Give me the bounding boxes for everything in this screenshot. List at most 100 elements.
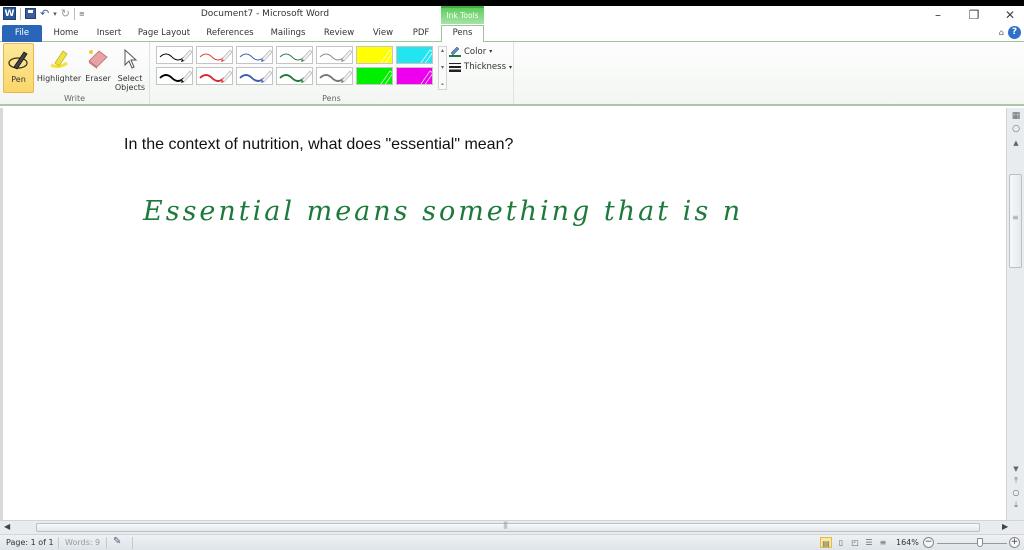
pen-stroke-icon: [279, 70, 312, 83]
title-bar: W ↶ ▾ ↻ ≡ Document7 - Microsoft Word – ❐…: [0, 6, 1024, 24]
pen-swatch[interactable]: [236, 46, 273, 64]
minimize-ribbon-icon[interactable]: ⌂: [999, 28, 1004, 37]
page-count[interactable]: Page: 1 of 1: [6, 538, 54, 547]
highlighter-swatch[interactable]: [356, 67, 393, 85]
highlighter-icon: [45, 45, 73, 73]
minimize-icon[interactable]: –: [930, 7, 946, 23]
select-objects-button[interactable]: Select Objects: [114, 43, 146, 93]
pens-group: ▴ ▾ ⩡ Color ▾ Thickness ▾ Pens: [150, 42, 514, 104]
pen-gallery-scroll[interactable]: ▴ ▾ ⩡: [438, 46, 447, 90]
pen-stroke-icon: [279, 49, 312, 62]
tab-references[interactable]: References: [203, 26, 257, 42]
scroll-right-icon[interactable]: ▶: [1002, 522, 1008, 531]
tab-file[interactable]: File: [2, 25, 42, 42]
write-group-label: Write: [63, 94, 86, 103]
pen-stroke-icon: [199, 49, 232, 62]
pen-stroke-icon: [319, 49, 352, 62]
word-count[interactable]: Words: 9: [65, 538, 100, 547]
eraser-button[interactable]: Eraser: [84, 43, 112, 93]
highlighter-swatch[interactable]: [356, 46, 393, 64]
zoom-slider-thumb[interactable]: [977, 538, 984, 547]
question-text[interactable]: In the context of nutrition, what does "…: [124, 136, 513, 154]
full-screen-reading-view-icon[interactable]: ▯: [835, 537, 847, 548]
gallery-down-icon[interactable]: ▾: [439, 64, 446, 71]
thickness-icon: [449, 63, 461, 72]
tab-page-layout[interactable]: Page Layout: [136, 26, 192, 42]
status-separator: [58, 537, 59, 549]
draft-view-icon[interactable]: ≡: [877, 537, 889, 548]
window-controls: – ❐ ✕: [930, 7, 1018, 23]
tab-pens[interactable]: Pens: [441, 25, 484, 43]
thickness-dropdown-icon: ▾: [509, 63, 513, 71]
highlighter-swatch[interactable]: [396, 67, 433, 85]
highlighter-swatch-icon: [357, 68, 392, 84]
vertical-scrollbar[interactable]: ▦ ○ ▲ ▼ ⤒ ○ ⤓: [1006, 108, 1024, 520]
pen-swatch[interactable]: [196, 67, 233, 85]
pen-stroke-icon: [239, 49, 272, 62]
tab-review[interactable]: Review: [320, 26, 358, 42]
zoom-level[interactable]: 164%: [896, 538, 919, 547]
zoom-slider[interactable]: [937, 543, 1007, 544]
pen-icon: [5, 46, 33, 74]
tab-pdf[interactable]: PDF: [408, 26, 434, 42]
pen-swatch[interactable]: [236, 67, 273, 85]
highlighter-swatch-icon: [397, 68, 432, 84]
highlighter-swatch-icon: [357, 47, 392, 63]
scroll-left-icon[interactable]: ◀: [4, 522, 10, 531]
document-canvas[interactable]: In the context of nutrition, what does "…: [0, 108, 1006, 520]
outline-view-icon[interactable]: ☰: [863, 537, 875, 548]
horizontal-scroll-thumb[interactable]: [36, 521, 980, 532]
close-icon[interactable]: ✕: [1002, 7, 1018, 23]
pen-stroke-icon: [159, 70, 192, 83]
highlighter-swatch[interactable]: [396, 46, 433, 64]
next-page-icon[interactable]: ⤓: [1010, 500, 1022, 510]
web-layout-view-icon[interactable]: ◰: [849, 537, 861, 548]
ruler-toggle-icon[interactable]: ▦: [1010, 111, 1022, 121]
pen-stroke-icon: [239, 70, 272, 83]
tab-view[interactable]: View: [368, 26, 398, 42]
color-label: Color: [464, 46, 487, 57]
scroll-up-icon[interactable]: ▲: [1010, 138, 1022, 148]
gallery-up-icon[interactable]: ▴: [439, 47, 446, 54]
print-layout-view-icon[interactable]: ▤: [820, 537, 832, 548]
tab-insert[interactable]: Insert: [92, 26, 126, 42]
pen-swatch[interactable]: [276, 67, 313, 85]
horizontal-scrollbar[interactable]: ◀ ▶: [0, 520, 1024, 534]
help-icon[interactable]: ?: [1008, 26, 1021, 39]
proofing-icon[interactable]: ✎: [113, 536, 121, 547]
select-arrow-icon: [116, 45, 144, 73]
zoom-out-button[interactable]: −: [923, 537, 934, 548]
handwriting-text: Essential means something that is ne.: [142, 196, 741, 227]
zoom-in-button[interactable]: +: [1009, 537, 1020, 548]
ribbon: Pen Highlighter Eraser Select Objects Wr…: [0, 42, 1024, 106]
highlighter-label: Highlighter: [36, 74, 82, 83]
highlighter-button[interactable]: Highlighter: [36, 43, 82, 93]
tab-mailings[interactable]: Mailings: [267, 26, 309, 42]
select-browse-object-icon[interactable]: ○: [1010, 488, 1022, 498]
scroll-down-icon[interactable]: ▼: [1010, 464, 1022, 474]
handwritten-ink-annotation[interactable]: Essential means something that is ne.: [141, 186, 741, 246]
thickness-button[interactable]: Thickness ▾: [449, 62, 512, 72]
pen-swatch[interactable]: [156, 46, 193, 64]
ink-tools-contextual-header: Ink Tools: [441, 6, 484, 24]
pen-button[interactable]: Pen: [3, 43, 34, 93]
pen-stroke-icon: [199, 70, 232, 83]
previous-page-icon[interactable]: ⤒: [1010, 476, 1022, 486]
color-button[interactable]: Color ▾: [449, 46, 492, 57]
pen-gallery: [156, 46, 433, 85]
gallery-more-icon[interactable]: ⩡: [439, 81, 446, 89]
status-separator: [132, 537, 133, 549]
restore-icon[interactable]: ❐: [966, 7, 982, 23]
pen-swatch[interactable]: [316, 46, 353, 64]
eraser-icon: [84, 45, 112, 73]
pen-swatch[interactable]: [196, 46, 233, 64]
pen-swatch[interactable]: [276, 46, 313, 64]
eraser-label: Eraser: [85, 74, 111, 83]
status-bar: Page: 1 of 1 Words: 9 ✎ ▤ ▯ ◰ ☰ ≡ 164% −…: [0, 534, 1024, 550]
hand-icon[interactable]: ○: [1010, 124, 1022, 134]
pens-group-label: Pens: [322, 94, 341, 103]
pen-swatch[interactable]: [316, 67, 353, 85]
tab-home[interactable]: Home: [50, 26, 82, 42]
pen-swatch[interactable]: [156, 67, 193, 85]
vertical-scroll-thumb[interactable]: [1009, 174, 1022, 268]
